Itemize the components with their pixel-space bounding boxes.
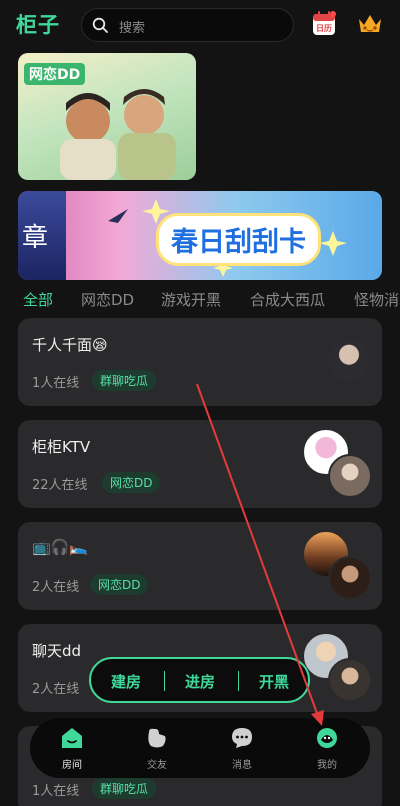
nav-profile[interactable]: 我的 xyxy=(297,724,357,774)
room-online-count: 2人在线 xyxy=(32,580,80,595)
bottom-nav: 房间 交友 消息 我的 xyxy=(30,718,370,778)
create-room-button[interactable]: 建房 xyxy=(111,671,141,692)
search-placeholder: 搜索 xyxy=(119,21,146,36)
message-icon xyxy=(232,728,252,748)
calendar-icon[interactable]: 日历 xyxy=(312,10,336,36)
search-icon xyxy=(92,17,108,33)
join-room-button[interactable]: 进房 xyxy=(185,671,215,692)
category-tabs: 全部 网恋DD 游戏开黑 合成大西瓜 怪物消 xyxy=(0,288,400,310)
crown-icon[interactable] xyxy=(356,10,384,36)
nav-friends-label: 交友 xyxy=(147,760,167,771)
room-tag: 网恋DD xyxy=(102,472,161,493)
search-input[interactable]: 搜索 xyxy=(81,8,294,42)
nav-messages-label: 消息 xyxy=(232,760,252,771)
tab-watermelon[interactable]: 合成大西瓜 xyxy=(250,289,325,310)
house-icon xyxy=(62,728,82,748)
room-card[interactable]: 📺🎧🛌 2人在线 网恋DD xyxy=(18,522,382,610)
app-logo: 柜子 xyxy=(16,13,60,37)
tab-all[interactable]: 全部 xyxy=(23,289,53,310)
room-card[interactable]: 千人千面😪 1人在线 群聊吃瓜 xyxy=(18,318,382,406)
calendar-label: 日历 xyxy=(316,24,332,33)
room-tag: 群聊吃瓜 xyxy=(92,370,157,391)
room-online-count: 1人在线 xyxy=(32,784,80,799)
tab-monster[interactable]: 怪物消 xyxy=(354,289,399,310)
room-name: 千人千面😪 xyxy=(32,336,108,354)
profile-icon xyxy=(317,728,337,748)
nav-messages[interactable]: 消息 xyxy=(212,724,272,774)
banner-spring-scratch[interactable]: 章 春日刮刮卡 xyxy=(18,191,382,280)
nav-profile-label: 我的 xyxy=(317,760,337,771)
room-online-count: 2人在线 xyxy=(32,682,80,697)
room-name: 柜柜KTV xyxy=(32,438,91,456)
room-action-bar: 建房 进房 开黑 xyxy=(89,657,310,703)
friends-icon xyxy=(148,728,166,748)
banner-dating[interactable]: 网恋DD xyxy=(18,53,196,180)
room-online-count: 22人在线 xyxy=(32,478,88,493)
nav-rooms-label: 房间 xyxy=(62,760,82,771)
room-tag: 网恋DD xyxy=(90,574,149,595)
banner-badge: 网恋DD xyxy=(24,63,86,85)
avatar xyxy=(328,658,372,702)
banner-title: 春日刮刮卡 xyxy=(156,213,321,266)
nav-rooms[interactable]: 房间 xyxy=(42,724,102,774)
room-online-count: 1人在线 xyxy=(32,376,80,391)
team-up-button[interactable]: 开黑 xyxy=(259,671,289,692)
avatar xyxy=(326,338,372,384)
room-tag: 群聊吃瓜 xyxy=(92,778,157,799)
action-divider xyxy=(238,671,239,691)
tab-gaming[interactable]: 游戏开黑 xyxy=(161,289,221,310)
room-card[interactable]: 柜柜KTV 22人在线 网恋DD xyxy=(18,420,382,508)
room-name: 📺🎧🛌 xyxy=(32,538,89,556)
nav-friends[interactable]: 交友 xyxy=(127,724,187,774)
tab-dating[interactable]: 网恋DD xyxy=(81,289,134,310)
avatar xyxy=(328,454,372,498)
action-divider xyxy=(164,671,165,691)
room-name: 聊天dd xyxy=(32,642,82,660)
avatar xyxy=(328,556,372,600)
app-header: 柜子 搜索 日历 xyxy=(0,0,400,48)
